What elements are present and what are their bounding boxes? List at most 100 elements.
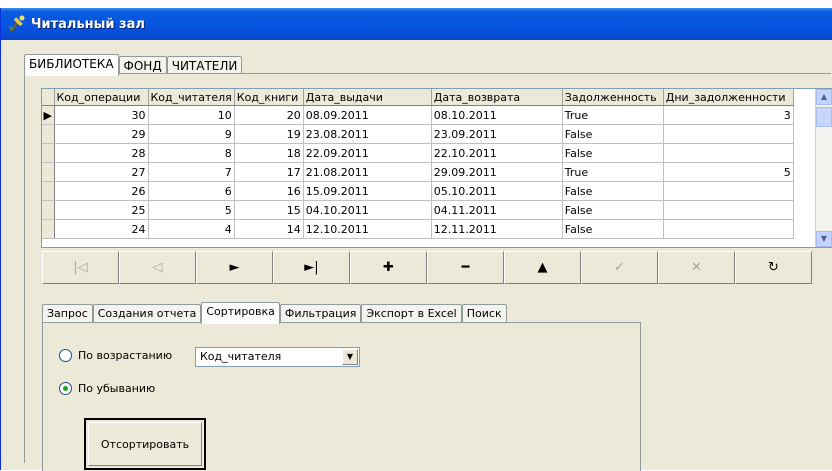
nav-edit-button[interactable]: ▲ [504,251,581,284]
table-cell[interactable]: 29.09.2011 [431,162,563,182]
table-cell[interactable]: 18 [234,143,304,163]
tab-library[interactable]: БИБЛИОТЕКА [24,54,119,76]
column-header[interactable]: Дата_возврата [431,89,563,106]
nav-delete-button[interactable]: ━ [427,251,504,284]
table-cell[interactable]: 3 [663,105,794,125]
row-indicator[interactable] [42,219,55,239]
table-cell[interactable]: 21.08.2011 [303,162,432,182]
table-cell[interactable]: 12.10.2011 [303,219,432,239]
table-cell[interactable]: 27 [54,162,149,182]
column-header[interactable]: Дни_задолженности [663,89,794,106]
scroll-down-icon[interactable]: ▼ [816,231,832,247]
nav-post-button[interactable]: ✓ [581,251,658,284]
grid-vertical-scrollbar[interactable]: ▲ ▼ [815,89,832,247]
table-cell[interactable]: 5 [663,162,794,182]
row-indicator[interactable] [42,124,55,144]
nav-refresh-button[interactable]: ↻ [735,251,812,284]
tab-tools-4[interactable]: Экспорт в Excel [361,304,462,324]
table-cell[interactable]: False [562,219,664,239]
table-cell[interactable]: 05.10.2011 [431,181,563,201]
table-cell[interactable]: 26 [54,181,149,201]
table-cell[interactable]: 08.09.2011 [303,105,432,125]
nav-cancel-button[interactable]: ✕ [658,251,735,284]
table-cell[interactable]: 15.09.2011 [303,181,432,201]
nav-prior-button[interactable]: ◁ [119,251,196,284]
table-cell[interactable]: False [562,181,664,201]
table-cell[interactable]: 15 [234,200,304,220]
table-cell[interactable] [663,219,794,239]
table-cell[interactable]: 22.10.2011 [431,143,563,163]
table-cell[interactable]: 5 [148,200,235,220]
operations-grid[interactable]: Код_операции Код_читателя Код_книги Дата… [41,88,832,248]
row-indicator[interactable] [42,181,55,201]
table-cell[interactable]: False [562,143,664,163]
table-cell[interactable]: 30 [54,105,149,125]
table-cell[interactable]: 24 [54,219,149,239]
table-cell[interactable]: False [562,200,664,220]
table-cell[interactable]: 6 [148,181,235,201]
table-cell[interactable]: 10 [148,105,235,125]
table-cell[interactable]: 28 [54,143,149,163]
table-cell[interactable]: 12.11.2011 [431,219,563,239]
scroll-up-icon[interactable]: ▲ [816,89,832,105]
sort-field-select[interactable]: Код_читателя ▼ [195,347,360,367]
row-indicator[interactable] [42,143,55,163]
table-cell[interactable]: 14 [234,219,304,239]
table-cell[interactable] [663,143,794,163]
tab-tools-2[interactable]: Сортировка [201,302,280,324]
table-row[interactable]: 24 4 14 12.10.2011 12.11.2011 False [42,219,794,239]
sort-button[interactable]: Отсортировать [84,418,206,470]
table-row[interactable]: 26 6 16 15.09.2011 05.10.2011 False [42,181,794,201]
table-row[interactable]: ▶ 30 10 20 08.09.2011 08.10.2011 True 3 [42,105,794,125]
nav-last-button[interactable]: ►| [273,251,350,284]
table-cell[interactable]: 16 [234,181,304,201]
table-cell[interactable]: 20 [234,105,304,125]
column-header[interactable]: Код_читателя [148,89,235,106]
tab-tools-1[interactable]: Создания отчета [92,304,202,324]
table-cell[interactable]: 23.09.2011 [431,124,563,144]
table-cell[interactable] [663,200,794,220]
table-cell[interactable]: 29 [54,124,149,144]
table-cell[interactable]: 9 [148,124,235,144]
column-header[interactable]: Код_операции [54,89,149,106]
radio-descending[interactable] [59,382,72,395]
table-cell[interactable]: True [562,105,664,125]
table-row[interactable]: 27 7 17 21.08.2011 29.09.2011 True 5 [42,162,794,182]
column-header[interactable]: Код_книги [234,89,304,106]
table-row[interactable]: 25 5 15 04.10.2011 04.11.2011 False [42,200,794,220]
table-row[interactable]: 28 8 18 22.09.2011 22.10.2011 False [42,143,794,163]
table-cell[interactable]: True [562,162,664,182]
table-cell[interactable] [663,181,794,201]
chevron-down-icon[interactable]: ▼ [342,349,358,365]
tab-tools-3[interactable]: Фильтрация [279,304,362,324]
nav-next-button[interactable]: ► [196,251,273,284]
table-cell[interactable] [663,124,794,144]
table-cell[interactable]: 17 [234,162,304,182]
tab-tools-5[interactable]: Поиск [461,304,507,324]
row-indicator[interactable] [42,200,55,220]
current-row-indicator-icon[interactable]: ▶ [42,105,55,125]
column-header[interactable]: Дата_выдачи [303,89,432,106]
scroll-thumb[interactable] [816,107,832,127]
table-cell[interactable]: 04.10.2011 [303,200,432,220]
title-bar[interactable]: Читальный зал [1,8,832,40]
table-cell[interactable]: 04.11.2011 [431,200,563,220]
radio-ascending[interactable] [59,349,72,362]
nav-insert-button[interactable]: ✚ [350,251,427,284]
column-header[interactable]: Задолженность [562,89,664,106]
table-cell[interactable]: 23.08.2011 [303,124,432,144]
table-cell[interactable]: False [562,124,664,144]
ascending-option[interactable]: По возрастанию [59,349,172,362]
row-indicator[interactable] [42,162,55,182]
table-row[interactable]: 29 9 19 23.08.2011 23.09.2011 False [42,124,794,144]
table-cell[interactable]: 7 [148,162,235,182]
tab-tools-0[interactable]: Запрос [42,304,93,324]
table-cell[interactable]: 19 [234,124,304,144]
table-cell[interactable]: 25 [54,200,149,220]
table-cell[interactable]: 08.10.2011 [431,105,563,125]
descending-option[interactable]: По убыванию [59,382,155,395]
table-cell[interactable]: 22.09.2011 [303,143,432,163]
table-cell[interactable]: 8 [148,143,235,163]
table-cell[interactable]: 4 [148,219,235,239]
nav-first-button[interactable]: |◁ [42,251,119,284]
